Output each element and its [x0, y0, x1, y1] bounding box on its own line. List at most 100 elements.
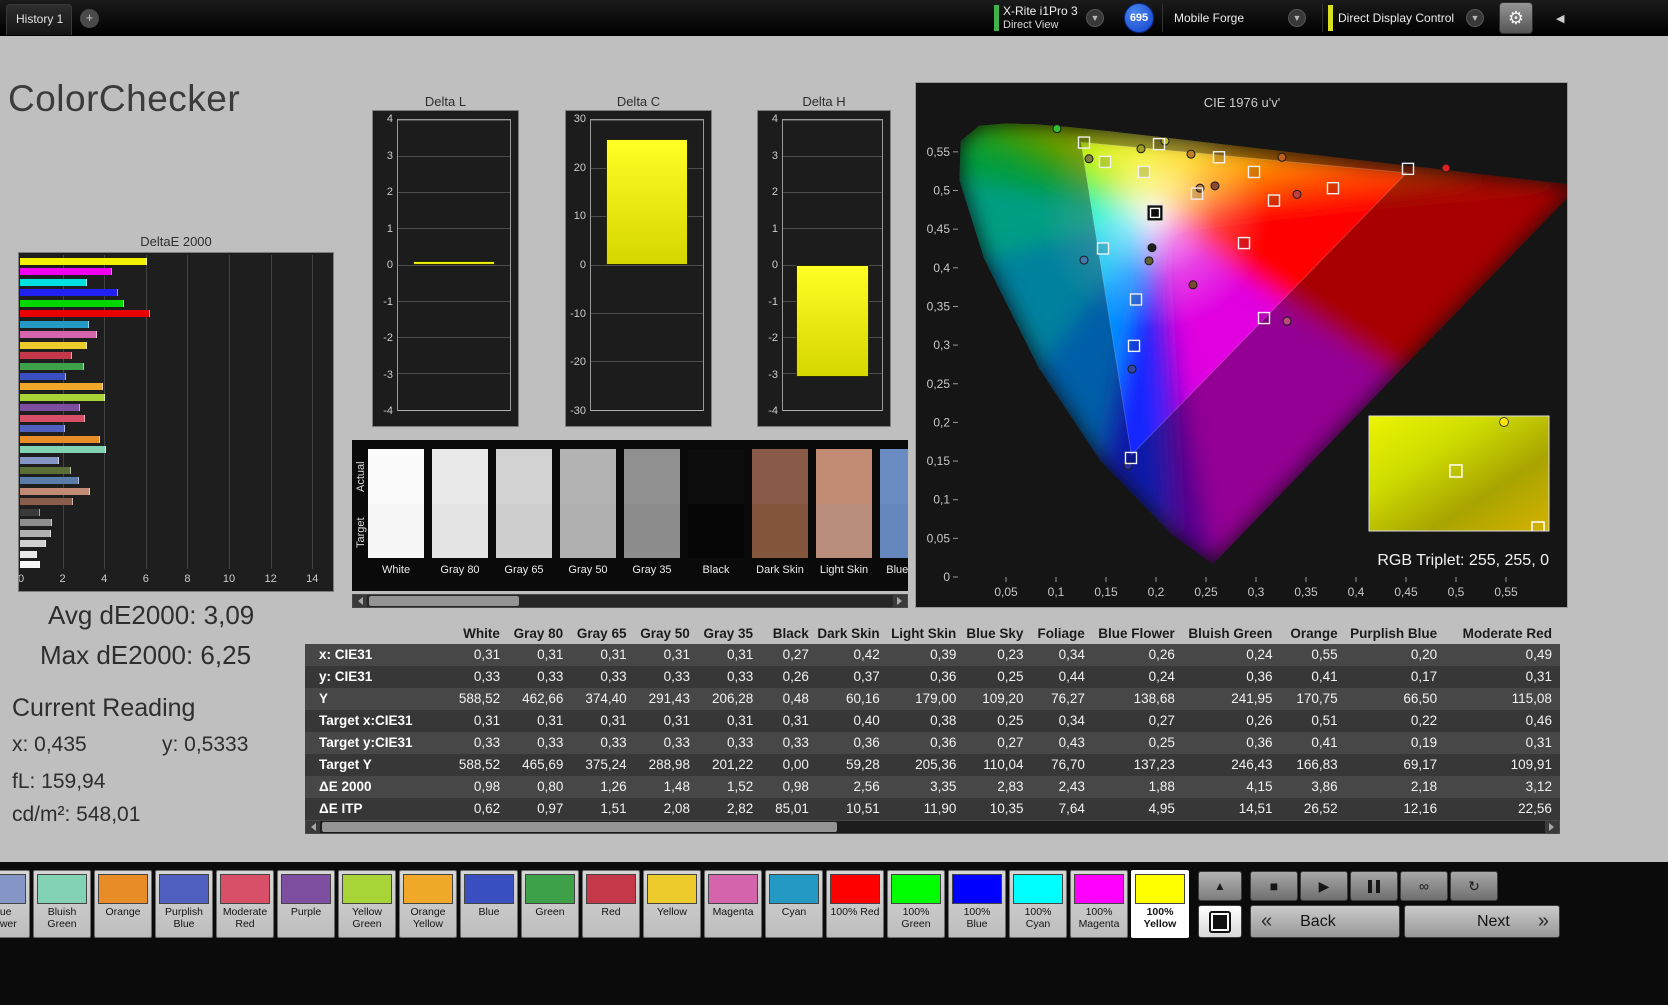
table-cell: 0,62	[473, 801, 501, 816]
play-button[interactable]: ▶	[1300, 871, 1348, 901]
gear-icon[interactable]: ⚙	[1499, 2, 1533, 34]
next-button[interactable]: Next »	[1404, 905, 1560, 938]
add-tab-button[interactable]: +	[80, 9, 99, 28]
patch-button-orange-yellow[interactable]: Orange Yellow	[399, 870, 457, 938]
target-point	[1212, 151, 1226, 164]
scroll-right-icon[interactable]	[893, 595, 907, 607]
table-row: Y 588,52 462,66 374,40 291,43 206,28 0,48 60,16…	[305, 688, 1560, 710]
patch-button-blue-flower[interactable]: Blue Flower	[0, 870, 30, 938]
patch-button-purplish-blue[interactable]: Purplish Blue	[155, 870, 213, 938]
y-axis-tick-label: 0	[386, 259, 393, 271]
patch-button-100-blue[interactable]: 100% Blue	[948, 870, 1006, 938]
actual-swatch	[624, 449, 680, 504]
patch-button-100-magenta[interactable]: 100% Magenta	[1070, 870, 1128, 938]
patch-button-magenta[interactable]: Magenta	[704, 870, 762, 938]
y-axis-tick-label: -1	[768, 295, 778, 308]
swatch-column-black: Black	[688, 449, 744, 576]
table-column-header: White	[463, 626, 500, 641]
patch-button-blue[interactable]: Blue	[460, 870, 518, 938]
swatch-strip-scrollbar[interactable]	[352, 594, 908, 608]
table-cell: 0,33	[600, 735, 627, 750]
table-cell: 10,35	[989, 801, 1024, 816]
y-axis-tick-label: -2	[383, 332, 393, 344]
target-swatch	[816, 504, 872, 558]
gridline	[783, 228, 882, 230]
inset-measured-point	[1499, 416, 1509, 427]
patch-button-100-cyan[interactable]: 100% Cyan	[1009, 870, 1067, 938]
gridline	[783, 119, 882, 121]
meter-dropdown-icon[interactable]: ▼	[1086, 9, 1104, 27]
scrollbar-thumb[interactable]	[369, 596, 519, 606]
patch-bar-up-button[interactable]: ▲	[1198, 871, 1242, 901]
patch-button-moderate-red[interactable]: Moderate Red	[216, 870, 274, 938]
patch-button-bluish-green[interactable]: Bluish Green	[33, 870, 91, 938]
display-control-dropdown-icon[interactable]: ▼	[1466, 9, 1484, 27]
svg-text:0,3: 0,3	[933, 338, 950, 352]
scroll-left-icon[interactable]	[353, 595, 367, 607]
reading-count-badge: 695	[1124, 3, 1154, 33]
table-cell: 0,26	[1148, 647, 1175, 662]
table-cell: 4,95	[1148, 801, 1175, 816]
deltae-bar-green	[20, 362, 85, 370]
table-cell: 588,52	[458, 691, 501, 706]
target-point	[1077, 136, 1091, 149]
x-axis-tick-label: 14	[306, 573, 319, 585]
patch-swatch	[0, 874, 26, 904]
patch-button-purple[interactable]: Purple	[277, 870, 335, 938]
pause-button[interactable]	[1350, 871, 1398, 901]
measured-point	[1084, 154, 1094, 164]
patch-swatch	[1135, 874, 1185, 904]
patch-button-100-yellow[interactable]: 100% Yellow	[1131, 870, 1189, 938]
patch-button-red[interactable]: Red	[582, 870, 640, 938]
scrollbar-thumb[interactable]	[322, 822, 837, 832]
measured-point	[1079, 255, 1089, 265]
patch-button-100-green[interactable]: 100% Green	[887, 870, 945, 938]
y-axis-tick-label: -3	[383, 368, 393, 381]
patch-swatch	[98, 874, 148, 904]
svg-text:0,5: 0,5	[933, 184, 950, 198]
table-scrollbar[interactable]	[305, 820, 1560, 834]
actual-swatch	[368, 449, 424, 504]
target-point	[1257, 311, 1271, 325]
table-row-label: Y	[319, 691, 329, 706]
deltae-bar-orange-yellow	[20, 383, 104, 391]
patch-button-100-red[interactable]: 100% Red	[826, 870, 884, 938]
back-button[interactable]: « Back	[1250, 905, 1400, 938]
target-point	[1096, 242, 1110, 255]
deltae-bar-purplish-blue	[20, 425, 66, 433]
collapse-panel-icon[interactable]: ◀	[1556, 12, 1564, 25]
table-cell: 4,15	[1246, 779, 1273, 794]
deltae-bar-black	[20, 508, 41, 516]
svg-text:0,5: 0,5	[1448, 585, 1465, 599]
measured-point	[1292, 189, 1302, 199]
measurement-transport-controls: ■ ▶ ∞ ↻	[1250, 871, 1498, 901]
target-point	[1237, 236, 1251, 250]
measured-point	[1277, 152, 1287, 162]
patch-button-green[interactable]: Green	[521, 870, 579, 938]
delta-c-bar	[605, 139, 689, 265]
patch-button-yellow[interactable]: Yellow	[643, 870, 701, 938]
table-cell: 179,00	[915, 691, 957, 706]
scroll-left-icon[interactable]	[306, 821, 320, 833]
delta-c-title: Delta C	[616, 94, 661, 109]
table-cell: 0,33	[663, 735, 690, 750]
patch-button-orange[interactable]: Orange	[94, 870, 152, 938]
stop-button[interactable]: ■	[1250, 871, 1298, 901]
loop-button[interactable]: ↻	[1450, 871, 1498, 901]
y-axis-tick-label: -3	[768, 368, 778, 381]
history-tab[interactable]: History 1	[6, 4, 72, 35]
patch-button-cyan[interactable]: Cyan	[765, 870, 823, 938]
table-cell: 0,33	[537, 669, 564, 684]
patch-label: Green	[535, 906, 565, 918]
scroll-right-icon[interactable]	[1545, 821, 1559, 833]
patch-window-button[interactable]	[1198, 905, 1242, 938]
table-cell: 10,51	[846, 801, 880, 816]
table-column-header: Orange	[1290, 626, 1338, 641]
delta-c-chart: 30 20 10 0 -10 -20 -30	[565, 110, 712, 427]
continuous-button[interactable]: ∞	[1400, 871, 1448, 901]
patch-swatch	[891, 874, 941, 904]
svg-text:0,15: 0,15	[927, 454, 951, 468]
patch-button-yellow-green[interactable]: Yellow Green	[338, 870, 396, 938]
source-dropdown-icon[interactable]: ▼	[1288, 9, 1306, 27]
patch-swatch	[708, 874, 758, 904]
